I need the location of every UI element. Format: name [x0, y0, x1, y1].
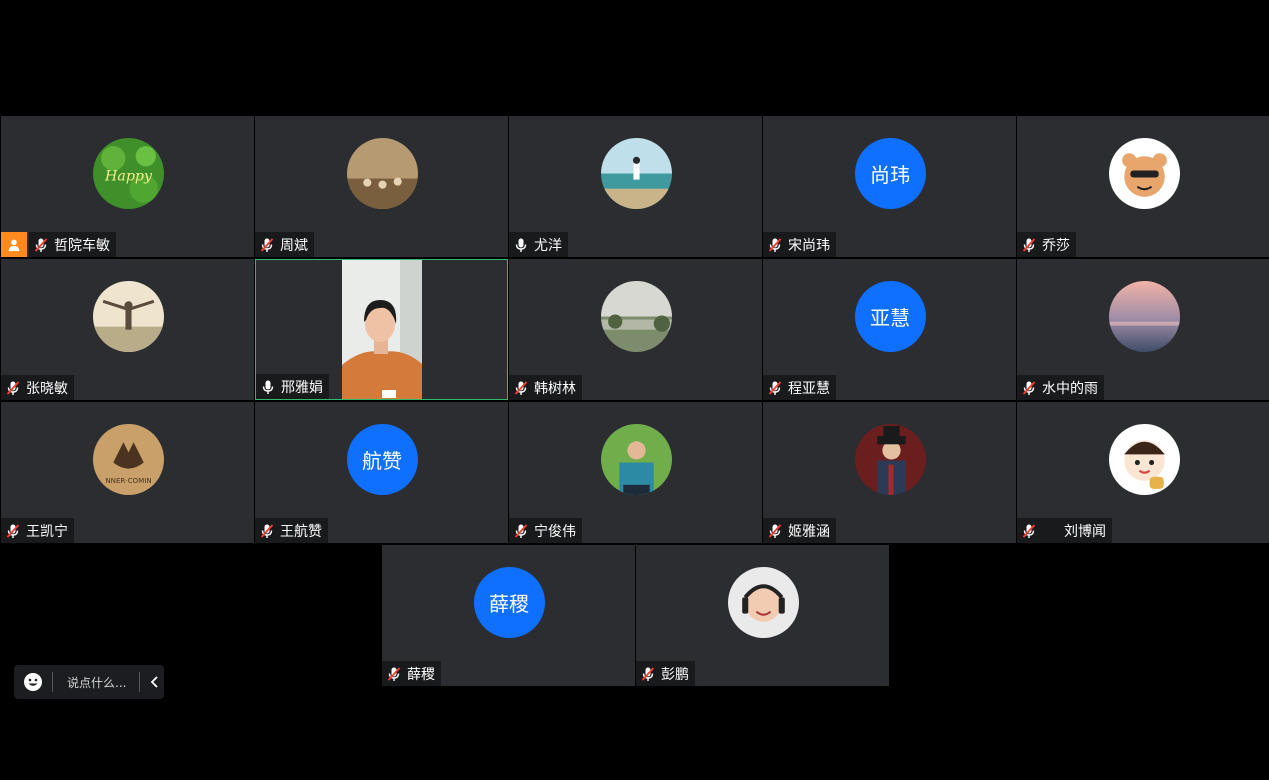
participant-nameplate: 哲院车敏: [29, 232, 116, 257]
participant-tile[interactable]: 尚玮宋尚玮: [763, 116, 1016, 257]
participant-tile[interactable]: 薛稷 薛稷: [382, 545, 635, 686]
host-icon: [1, 232, 27, 257]
mic-muted-icon: [260, 523, 274, 538]
avatar: [1108, 424, 1180, 495]
participant-tile[interactable]: 亚慧程亚慧: [763, 259, 1016, 400]
mic-icon: [515, 238, 527, 252]
participant-tile[interactable]: 尤洋: [509, 116, 762, 257]
avatar: Happy: [92, 138, 164, 209]
participant-tile[interactable]: 张晓敏: [1, 259, 254, 400]
participant-name: 王凯宁: [26, 523, 68, 540]
participant-name: 周斌: [280, 237, 308, 254]
participant-nameplate: 韩树林: [509, 375, 582, 400]
participant-nameplate: 刘博闻: [1017, 518, 1112, 543]
mic-icon: [262, 380, 274, 394]
participant-nameplate: 乔莎: [1017, 232, 1076, 257]
participant-name: 姬雅涵: [788, 523, 830, 540]
avatar: [600, 281, 672, 352]
mic-muted-icon: [641, 666, 655, 681]
chat-divider: [139, 672, 140, 692]
mic-muted-icon: [514, 523, 528, 538]
video-feed: [342, 260, 422, 399]
participant-tile[interactable]: 刘博闻: [1017, 402, 1269, 543]
avatar: [600, 424, 672, 495]
participant-nameplate: 水中的雨: [1017, 375, 1104, 400]
chat-input[interactable]: 说点什么...: [67, 674, 131, 691]
video-grid: Happy 哲院车敏 周斌 尤洋 尚玮 宋尚玮 乔莎 张晓敏 邢雅娟 韩树林 亚慧 程亚慧 水中的雨 NN…: [0, 0, 1269, 780]
participant-tile[interactable]: NNER·COMIN 王凯宁: [1, 402, 254, 543]
participant-nameplate: 宁俊伟: [509, 518, 582, 543]
chevron-left-icon[interactable]: [148, 675, 162, 689]
participant-tile[interactable]: 航赞王航赞: [255, 402, 508, 543]
mic-muted-icon: [1022, 380, 1036, 395]
chat-divider: [52, 672, 53, 692]
participant-nameplate: 姬雅涵: [763, 518, 836, 543]
participant-name: 彭鹏: [661, 666, 689, 683]
avatar: 尚玮: [854, 138, 926, 209]
participant-nameplate: 程亚慧: [763, 375, 836, 400]
participant-name: 程亚慧: [788, 380, 830, 397]
participant-nameplate: 王航赞: [255, 518, 328, 543]
participant-name: 邢雅娟: [281, 379, 323, 396]
participant-tile[interactable]: 水中的雨: [1017, 259, 1269, 400]
avatar: 薛稷: [473, 567, 545, 638]
avatar: NNER·COMIN: [92, 424, 164, 495]
chat-bar[interactable]: 说点什么...: [14, 665, 164, 699]
participant-name: 尤洋: [534, 237, 562, 254]
emoji-icon[interactable]: [23, 672, 43, 692]
participant-nameplate: 张晓敏: [1, 375, 74, 400]
mic-muted-icon: [768, 380, 782, 395]
avatar: 航赞: [346, 424, 418, 495]
participant-nameplate: 彭鹏: [636, 661, 695, 686]
participant-nameplate: 尤洋: [509, 232, 568, 257]
participant-name: 张晓敏: [26, 380, 68, 397]
mic-muted-icon: [1022, 237, 1036, 252]
avatar: 亚慧: [854, 281, 926, 352]
participant-tile[interactable]: 乔莎: [1017, 116, 1269, 257]
participant-name: 薛稷: [407, 666, 435, 683]
mic-muted-icon: [260, 237, 274, 252]
mic-muted-icon: [34, 237, 48, 252]
participant-tile[interactable]: 彭鹏: [636, 545, 889, 686]
participant-name: 哲院车敏: [54, 237, 110, 254]
participant-tile[interactable]: 韩树林: [509, 259, 762, 400]
avatar: [600, 138, 672, 209]
participant-nameplate: 薛稷: [382, 661, 441, 686]
participant-nameplate: 邢雅娟: [256, 374, 329, 399]
participant-name: 王航赞: [280, 523, 322, 540]
avatar: [1108, 138, 1180, 209]
mic-muted-icon: [768, 523, 782, 538]
participant-tile[interactable]: 宁俊伟: [509, 402, 762, 543]
participant-name: 宋尚玮: [788, 237, 830, 254]
participant-tile[interactable]: 周斌: [255, 116, 508, 257]
participant-tile[interactable]: 邢雅娟: [255, 259, 508, 400]
mic-muted-icon: [768, 237, 782, 252]
participant-tile[interactable]: Happy 哲院车敏: [1, 116, 254, 257]
avatar: [854, 424, 926, 495]
participant-tile[interactable]: 姬雅涵: [763, 402, 1016, 543]
avatar: [92, 281, 164, 352]
svg-text:NNER·COMIN: NNER·COMIN: [105, 476, 151, 485]
avatar: [727, 567, 799, 638]
mic-muted-icon: [6, 523, 20, 538]
participant-nameplate: 王凯宁: [1, 518, 74, 543]
avatar: [346, 138, 418, 209]
participant-name: 乔莎: [1042, 237, 1070, 254]
mic-muted-icon: [6, 380, 20, 395]
participant-name: 水中的雨: [1042, 380, 1098, 397]
participant-nameplate: 宋尚玮: [763, 232, 836, 257]
avatar: [1108, 281, 1180, 352]
participant-nameplate: 周斌: [255, 232, 314, 257]
mic-muted-icon: [1022, 523, 1036, 538]
mic-muted-icon: [387, 666, 401, 681]
participant-name: 刘博闻: [1064, 523, 1106, 540]
participant-name: 宁俊伟: [534, 523, 576, 540]
svg-text:Happy: Happy: [103, 169, 152, 185]
participant-name: 韩树林: [534, 380, 576, 397]
mic-muted-icon: [514, 380, 528, 395]
